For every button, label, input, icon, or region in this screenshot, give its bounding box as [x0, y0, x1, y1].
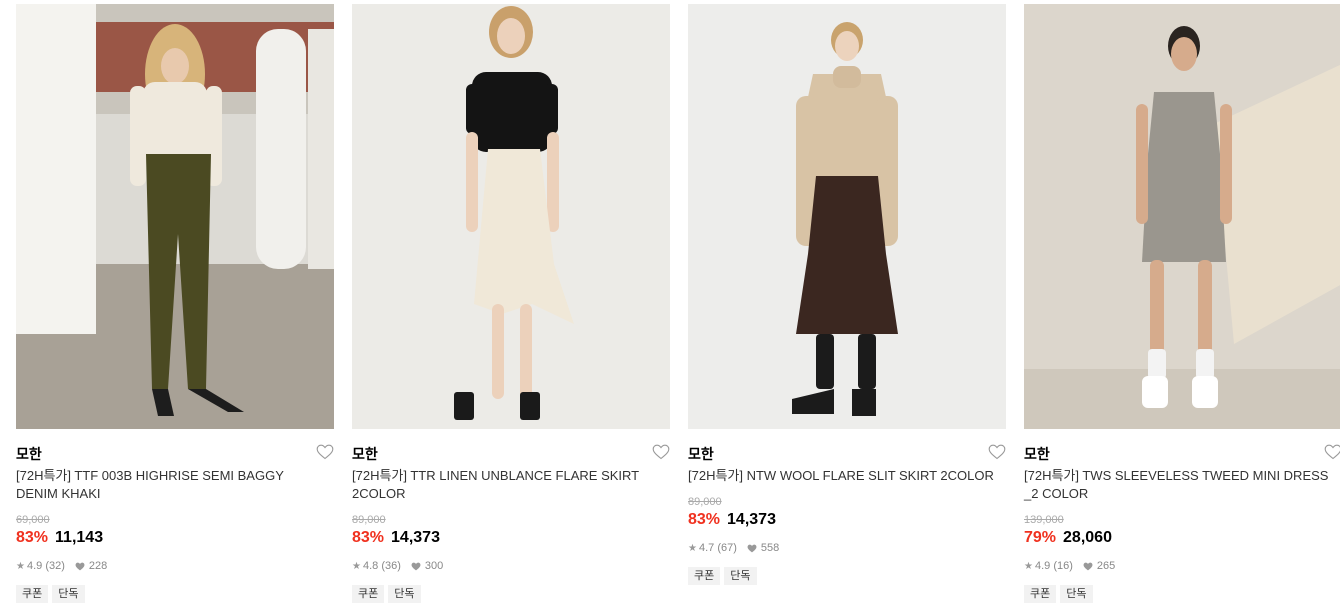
sale-price: 14,373 [391, 529, 440, 546]
discount-rate: 83% [16, 529, 49, 546]
star-icon: ★ [1024, 560, 1033, 572]
tag-exclusive: 단독 [1060, 585, 1093, 603]
price-line: 83% 14,373 [688, 511, 776, 529]
brand-name[interactable]: 모한 [1024, 444, 1050, 464]
likes-count: 558 [760, 542, 780, 554]
tag-exclusive: 단독 [52, 585, 85, 603]
rating: 4.8 [362, 560, 379, 572]
wishlist-heart-icon[interactable] [316, 444, 334, 460]
sale-price: 28,060 [1063, 529, 1112, 546]
rating: 4.9 [26, 560, 43, 572]
heart-filled-icon [747, 544, 757, 552]
review-count: (67) [717, 542, 737, 554]
sale-price: 11,143 [55, 529, 104, 546]
price-line: 83% 11,143 [16, 529, 103, 547]
original-price: 89,000 [688, 496, 722, 508]
likes-count: 265 [1096, 560, 1116, 572]
wishlist-heart-icon[interactable] [652, 444, 670, 460]
heart-filled-icon [75, 562, 85, 570]
discount-rate: 83% [688, 511, 721, 528]
original-price: 69,000 [16, 514, 50, 526]
rating: 4.7 [698, 542, 715, 554]
heart-filled-icon [411, 562, 421, 570]
product-image[interactable] [688, 4, 1006, 429]
product-title[interactable]: [72H특가] TTR LINEN UNBLANCE FLARE SKIRT 2… [352, 467, 662, 503]
tag-coupon: 쿠폰 [352, 585, 385, 603]
star-icon: ★ [688, 542, 697, 554]
likes: 265 [1083, 560, 1115, 572]
tag-coupon: 쿠폰 [1024, 585, 1057, 603]
original-price: 89,000 [352, 514, 386, 526]
wishlist-heart-icon[interactable] [1324, 444, 1340, 460]
product-card[interactable]: 모한 [72H특가] TWS SLEEVELESS TWEED MINI DRE… [1024, 4, 1340, 613]
product-image[interactable] [352, 4, 670, 429]
discount-rate: 79% [1024, 529, 1057, 546]
product-stats: ★ 4.9 (32) 228 [16, 560, 107, 572]
star-icon: ★ [16, 560, 25, 572]
review-count: (32) [45, 560, 65, 572]
review-count: (36) [381, 560, 401, 572]
brand-name[interactable]: 모한 [16, 444, 42, 464]
brand-name[interactable]: 모한 [688, 444, 714, 464]
likes-count: 228 [88, 560, 108, 572]
price-line: 83% 14,373 [352, 529, 440, 547]
likes-count: 300 [424, 560, 444, 572]
tag-coupon: 쿠폰 [16, 585, 49, 603]
product-image[interactable] [16, 4, 334, 429]
wishlist-heart-icon[interactable] [988, 444, 1006, 460]
product-stats: ★ 4.9 (16) 265 [1024, 560, 1115, 572]
heart-filled-icon [1083, 562, 1093, 570]
tag-list: 쿠폰 단독 [16, 585, 85, 603]
product-title[interactable]: [72H특가] TTF 003B HIGHRISE SEMI BAGGY DEN… [16, 467, 326, 503]
product-card[interactable]: 모한 [72H특가] TTR LINEN UNBLANCE FLARE SKIR… [352, 4, 670, 613]
product-title[interactable]: [72H특가] TWS SLEEVELESS TWEED MINI DRESS … [1024, 467, 1334, 503]
tag-list: 쿠폰 단독 [352, 585, 421, 603]
tag-list: 쿠폰 단독 [688, 567, 757, 585]
tag-list: 쿠폰 단독 [1024, 585, 1093, 603]
star-icon: ★ [352, 560, 361, 572]
likes: 558 [747, 542, 779, 554]
tag-exclusive: 단독 [724, 567, 757, 585]
product-card[interactable]: 모한 [72H특가] NTW WOOL FLARE SLIT SKIRT 2CO… [688, 4, 1006, 613]
review-count: (16) [1053, 560, 1073, 572]
rating: 4.9 [1034, 560, 1051, 572]
product-card[interactable]: 모한 [72H특가] TTF 003B HIGHRISE SEMI BAGGY … [16, 4, 334, 613]
tag-coupon: 쿠폰 [688, 567, 721, 585]
likes: 228 [75, 560, 107, 572]
product-stats: ★ 4.7 (67) 558 [688, 542, 779, 554]
price-line: 79% 28,060 [1024, 529, 1112, 547]
sale-price: 14,373 [727, 511, 776, 528]
tag-exclusive: 단독 [388, 585, 421, 603]
product-image[interactable] [1024, 4, 1340, 429]
brand-name[interactable]: 모한 [352, 444, 378, 464]
product-stats: ★ 4.8 (36) 300 [352, 560, 443, 572]
product-grid: 모한 [72H특가] TTF 003B HIGHRISE SEMI BAGGY … [16, 4, 1340, 613]
product-title[interactable]: [72H특가] NTW WOOL FLARE SLIT SKIRT 2COLOR [688, 467, 998, 485]
discount-rate: 83% [352, 529, 385, 546]
likes: 300 [411, 560, 443, 572]
original-price: 139,000 [1024, 514, 1064, 526]
